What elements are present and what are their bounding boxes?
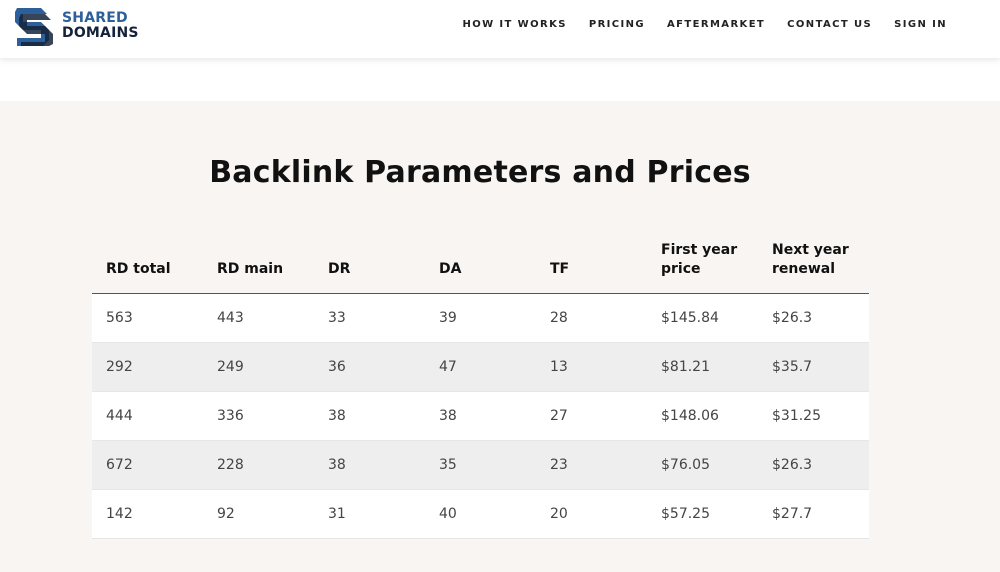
section-title: Backlink Parameters and Prices xyxy=(209,155,751,190)
table-cell: 142 xyxy=(92,489,203,539)
table-cell: 33 xyxy=(314,293,425,343)
table-row: 672 228 38 35 23 $76.05 $26.3 xyxy=(92,440,869,490)
table-row: 444 336 38 38 27 $148.06 $31.25 xyxy=(92,391,869,441)
shared-domains-logo-icon xyxy=(15,8,53,46)
table-row: 563 443 33 39 28 $145.84 $26.3 xyxy=(92,293,869,343)
backlink-table: RD total RD main DR DA TF First year pri… xyxy=(92,239,869,539)
table-cell: 47 xyxy=(425,342,536,392)
table-cell: 444 xyxy=(92,391,203,441)
table-row: 142 92 31 40 20 $57.25 $27.7 xyxy=(92,489,869,539)
table-cell: 20 xyxy=(536,489,647,539)
column-header: First year price xyxy=(647,239,758,294)
table-cell: 336 xyxy=(203,391,314,441)
table-cell: 40 xyxy=(425,489,536,539)
nav-sign-in[interactable]: SIGN IN xyxy=(894,19,947,30)
column-header: Next year renewal xyxy=(758,239,869,294)
table-cell: 672 xyxy=(92,440,203,490)
table-row: 292 249 36 47 13 $81.21 $35.7 xyxy=(92,342,869,392)
table-cell: 23 xyxy=(536,440,647,490)
table-header-row: RD total RD main DR DA TF First year pri… xyxy=(92,239,869,294)
table-cell: $81.21 xyxy=(647,342,758,392)
table-cell: 228 xyxy=(203,440,314,490)
logo-text-domains: DOMAINS xyxy=(62,25,139,41)
header-spacer xyxy=(0,58,1000,101)
table-cell: 563 xyxy=(92,293,203,343)
nav-pricing[interactable]: PRICING xyxy=(589,19,645,30)
column-header: DA xyxy=(425,239,536,294)
table-cell: $145.84 xyxy=(647,293,758,343)
backlink-section: Backlink Parameters and Prices RD total … xyxy=(0,101,1000,572)
column-header: RD total xyxy=(92,239,203,294)
column-header: RD main xyxy=(203,239,314,294)
table-cell: 31 xyxy=(314,489,425,539)
table-cell: $26.3 xyxy=(758,440,869,490)
table-cell: 38 xyxy=(425,391,536,441)
table-cell: 36 xyxy=(314,342,425,392)
column-header: TF xyxy=(536,239,647,294)
table-cell: 35 xyxy=(425,440,536,490)
table-cell: $27.7 xyxy=(758,489,869,539)
table-cell: 13 xyxy=(536,342,647,392)
table-cell: 443 xyxy=(203,293,314,343)
table-cell: 38 xyxy=(314,440,425,490)
table-cell: $35.7 xyxy=(758,342,869,392)
nav-how-it-works[interactable]: HOW IT WORKS xyxy=(462,19,566,30)
nav-aftermarket[interactable]: AFTERMARKET xyxy=(667,19,765,30)
table-cell: 39 xyxy=(425,293,536,343)
logo[interactable]: SHARED DOMAINS xyxy=(11,6,139,46)
table-cell: 249 xyxy=(203,342,314,392)
table-cell: 28 xyxy=(536,293,647,343)
logo-text-shared: SHARED xyxy=(62,10,128,26)
table-cell: 27 xyxy=(536,391,647,441)
table-cell: $26.3 xyxy=(758,293,869,343)
site-header: SHARED DOMAINS HOW IT WORKS PRICING AFTE… xyxy=(0,0,1000,58)
nav-contact-us[interactable]: CONTACT US xyxy=(787,19,872,30)
table-cell: $57.25 xyxy=(647,489,758,539)
table-cell: $148.06 xyxy=(647,391,758,441)
table-cell: 38 xyxy=(314,391,425,441)
table-cell: 92 xyxy=(203,489,314,539)
table-cell: 292 xyxy=(92,342,203,392)
table-cell: $31.25 xyxy=(758,391,869,441)
main-nav: HOW IT WORKS PRICING AFTERMARKET CONTACT… xyxy=(440,19,947,30)
table-cell: $76.05 xyxy=(647,440,758,490)
column-header: DR xyxy=(314,239,425,294)
